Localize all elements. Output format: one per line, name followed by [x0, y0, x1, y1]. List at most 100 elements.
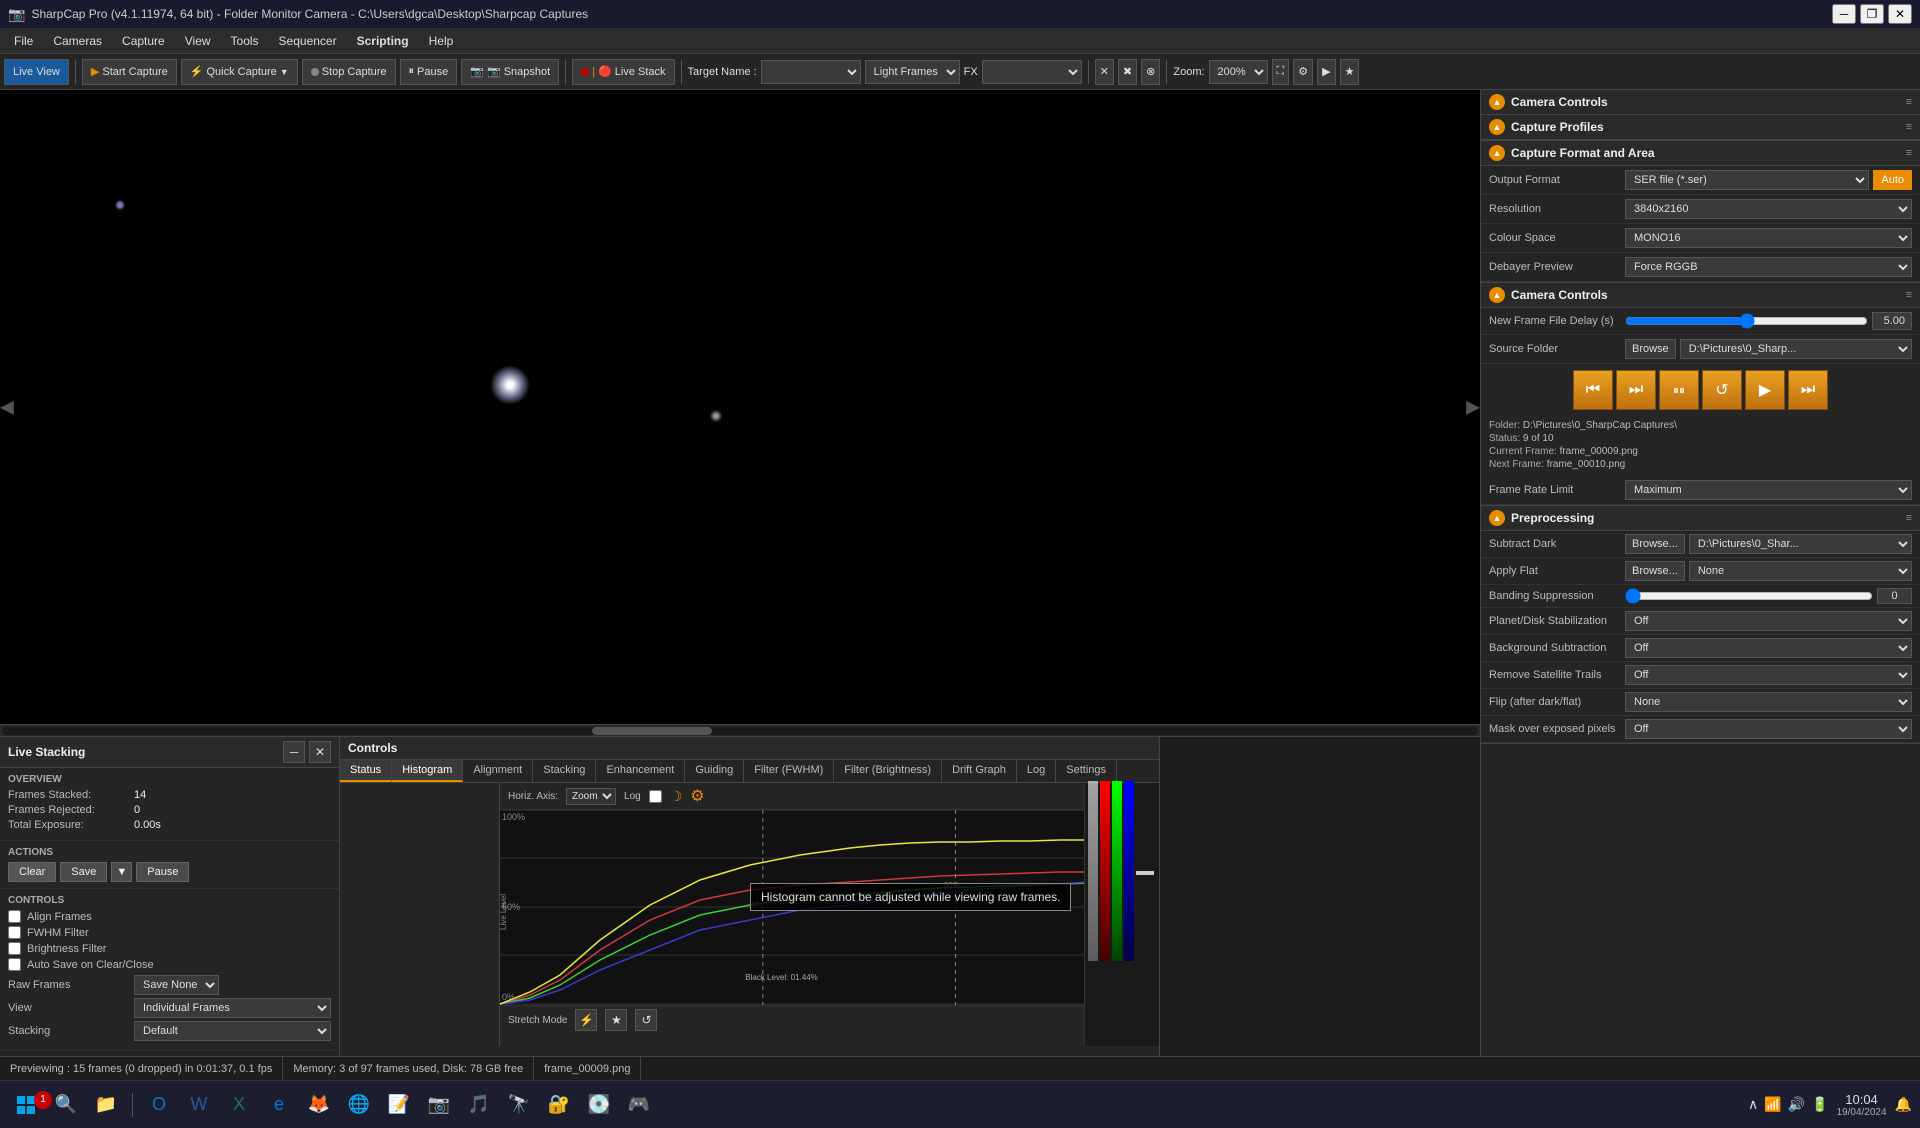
- taskbar-search-btn[interactable]: 🔍: [48, 1087, 84, 1123]
- delete-btn[interactable]: ✕: [1095, 59, 1114, 85]
- taskbar-word-btn[interactable]: W: [181, 1087, 217, 1123]
- subtract-dark-browse-btn[interactable]: Browse...: [1625, 534, 1685, 554]
- taskbar-photos-btn[interactable]: 📷: [421, 1087, 457, 1123]
- close-button[interactable]: ✕: [1888, 4, 1912, 24]
- taskbar-firefox-btn[interactable]: 🦊: [301, 1087, 337, 1123]
- output-format-select[interactable]: SER file (*.ser): [1625, 170, 1869, 190]
- ls-close-btn[interactable]: ✕: [309, 741, 331, 763]
- horiz-axis-select[interactable]: Zoom: [566, 788, 616, 805]
- ls-stacking-select[interactable]: Default: [134, 1021, 331, 1041]
- brightness-filter-checkbox[interactable]: [8, 942, 21, 955]
- taskbar-camera-btn[interactable]: 🔭: [501, 1087, 537, 1123]
- menu-view[interactable]: View: [175, 32, 221, 50]
- camera-controls-sub-header[interactable]: ▲ Camera Controls ≡: [1481, 283, 1920, 308]
- ls-pause-button[interactable]: Pause: [136, 862, 189, 882]
- notifications-icon[interactable]: 🔔: [1895, 1096, 1912, 1113]
- volume-icon[interactable]: 🔊: [1788, 1096, 1805, 1113]
- light-frames-select[interactable]: Light Frames: [865, 60, 960, 84]
- auto-button[interactable]: Auto: [1873, 170, 1912, 190]
- menu-scripting[interactable]: Scripting: [347, 32, 419, 50]
- menu-file[interactable]: File: [4, 32, 43, 50]
- tab-guiding[interactable]: Guiding: [685, 760, 744, 782]
- arrow-button[interactable]: ▶: [1317, 59, 1335, 85]
- taskbar-excel-btn[interactable]: X: [221, 1087, 257, 1123]
- tab-enhancement[interactable]: Enhancement: [596, 760, 685, 782]
- camera-scrollbar-h[interactable]: [0, 724, 1480, 736]
- tab-filter-brightness[interactable]: Filter (Brightness): [834, 760, 942, 782]
- tab-histogram[interactable]: Histogram: [392, 760, 463, 782]
- transport-pause-button[interactable]: ⏸⏸: [1659, 370, 1699, 410]
- banding-suppression-slider[interactable]: [1625, 588, 1873, 604]
- taskbar-security-btn[interactable]: 🔐: [541, 1087, 577, 1123]
- frame-rate-limit-select[interactable]: Maximum: [1625, 480, 1912, 500]
- battery-icon[interactable]: 🔋: [1811, 1096, 1828, 1113]
- colour-space-select[interactable]: MONO16: [1625, 228, 1912, 248]
- fwhm-filter-checkbox[interactable]: [8, 926, 21, 939]
- mask-overexposed-select[interactable]: Off: [1625, 719, 1912, 739]
- capture-profiles-header[interactable]: ▲ Capture Profiles ≡: [1481, 115, 1920, 140]
- live-stack-button[interactable]: | 🔴 Live Stack: [572, 59, 674, 85]
- tab-drift-graph[interactable]: Drift Graph: [942, 760, 1017, 782]
- ls-save-dropdown-button[interactable]: ▼: [111, 862, 132, 882]
- menu-capture[interactable]: Capture: [112, 32, 175, 50]
- transport-skip-fwd-button[interactable]: ⏭: [1788, 370, 1828, 410]
- tray-up-icon[interactable]: ∧: [1748, 1096, 1758, 1113]
- taskbar-windows-btn[interactable]: 1: [8, 1087, 44, 1123]
- zoom-fit-button[interactable]: ⛶: [1272, 59, 1290, 85]
- menu-cameras[interactable]: Cameras: [43, 32, 112, 50]
- stop-capture-button[interactable]: Stop Capture: [302, 59, 396, 85]
- taskbar-files-btn[interactable]: 📁: [88, 1087, 124, 1123]
- taskbar-outlook-btn[interactable]: O: [141, 1087, 177, 1123]
- star-button[interactable]: ★: [1340, 59, 1360, 85]
- taskbar-chrome-btn[interactable]: 🌐: [341, 1087, 377, 1123]
- fx-select[interactable]: [982, 60, 1082, 84]
- planet-disk-stab-select[interactable]: Off: [1625, 611, 1912, 631]
- tab-stacking[interactable]: Stacking: [533, 760, 596, 782]
- taskbar-edge-btn[interactable]: e: [261, 1087, 297, 1123]
- maximize-button[interactable]: ❐: [1860, 4, 1884, 24]
- tab-status[interactable]: Status: [340, 760, 392, 782]
- network-icon[interactable]: 📶: [1764, 1096, 1781, 1113]
- capture-format-header[interactable]: ▲ Capture Format and Area ≡: [1481, 141, 1920, 166]
- pause-button[interactable]: ⏸ Pause: [400, 59, 458, 85]
- debayer-preview-select[interactable]: Force RGGB: [1625, 257, 1912, 277]
- apply-flat-select[interactable]: None: [1689, 561, 1912, 581]
- transport-play-button[interactable]: ▶: [1745, 370, 1785, 410]
- minimize-button[interactable]: ─: [1832, 4, 1856, 24]
- taskbar-game-btn[interactable]: 🎮: [621, 1087, 657, 1123]
- menu-help[interactable]: Help: [419, 32, 464, 50]
- x-btn[interactable]: ⊗: [1141, 59, 1160, 85]
- remove-sat-trails-select[interactable]: Off: [1625, 665, 1912, 685]
- zoom-select[interactable]: 200%: [1209, 60, 1268, 84]
- stretch-reset-btn[interactable]: ↺: [635, 1009, 657, 1031]
- log-checkbox[interactable]: [649, 790, 662, 803]
- tab-filter-fwhm[interactable]: Filter (FWHM): [744, 760, 834, 782]
- transport-skip-back-button[interactable]: ⏮: [1573, 370, 1613, 410]
- tab-settings[interactable]: Settings: [1056, 760, 1117, 782]
- camera-controls-header[interactable]: ▲ Camera Controls ≡: [1481, 90, 1920, 115]
- scroll-right-btn[interactable]: ▶: [1466, 397, 1480, 418]
- ls-raw-frames-select[interactable]: Save None: [134, 975, 219, 995]
- snapshot-button[interactable]: 📷 📷 Snapshot: [461, 59, 559, 85]
- bg-subtraction-select[interactable]: Off: [1625, 638, 1912, 658]
- taskbar-music-btn[interactable]: 🎵: [461, 1087, 497, 1123]
- flip-select[interactable]: None: [1625, 692, 1912, 712]
- align-frames-checkbox[interactable]: [8, 910, 21, 923]
- ls-view-select[interactable]: Individual Frames: [134, 998, 331, 1018]
- settings-button[interactable]: ⚙: [1293, 59, 1313, 85]
- transport-prev-button[interactable]: ⏭: [1616, 370, 1656, 410]
- preprocessing-header[interactable]: ▲ Preprocessing ≡: [1481, 506, 1920, 531]
- subtract-dark-select[interactable]: D:\Pictures\0_Shar...: [1689, 534, 1912, 554]
- source-folder-browse-button[interactable]: Browse: [1625, 339, 1676, 359]
- apply-flat-browse-btn[interactable]: Browse...: [1625, 561, 1685, 581]
- cross-btn[interactable]: ✖: [1118, 59, 1137, 85]
- stretch-settings-btn[interactable]: ⚡: [575, 1009, 597, 1031]
- ls-save-button[interactable]: Save: [60, 862, 107, 882]
- start-capture-button[interactable]: ▶ Start Capture: [82, 59, 177, 85]
- taskbar-time[interactable]: 10:04 19/04/2024: [1837, 1092, 1887, 1118]
- ls-minimize-btn[interactable]: ─: [283, 741, 305, 763]
- quick-capture-button[interactable]: ⚡ Quick Capture ▼: [181, 59, 298, 85]
- ls-clear-button[interactable]: Clear: [8, 862, 56, 882]
- menu-tools[interactable]: Tools: [221, 32, 269, 50]
- source-folder-select[interactable]: D:\Pictures\0_Sharp...: [1680, 339, 1912, 359]
